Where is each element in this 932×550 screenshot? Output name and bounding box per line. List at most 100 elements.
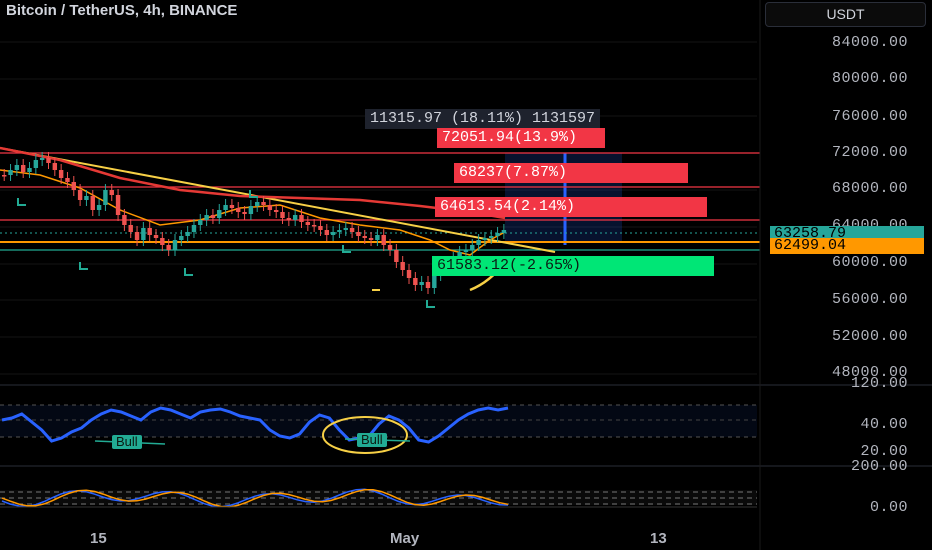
candle-body [273,210,279,212]
candle-body [185,232,190,236]
candle-body [248,206,254,214]
price-axis-label: 60000.00 [831,254,908,271]
price-axis-label: 80000.00 [831,70,908,87]
candle-body [20,165,26,172]
candle-body [381,235,386,245]
candle-body [65,178,70,182]
candle-body [476,240,481,245]
price-axis-label: 84000.00 [831,34,908,51]
candle-body [394,250,399,262]
candle-body [349,228,355,232]
candle-body [305,222,311,225]
candle-body [432,275,437,288]
candlestick-series [2,152,507,294]
candle-body [299,215,304,222]
time-axis-label: May [390,530,420,547]
candle-body [261,202,266,205]
candle-body [191,225,197,232]
candle-body [103,190,108,205]
bull-signal-badge: Bull [112,435,142,449]
bull-signal-badge: Bull [357,433,387,447]
candle-body [204,215,209,220]
candle-body [179,236,184,240]
candle-body [223,205,228,210]
osc-axis-label: 0.00 [869,499,908,516]
candle-body [400,262,405,270]
time-axis-label: 13 [650,530,667,547]
stop-loss-label[interactable]: 61583.12(-2.65%) [432,256,714,276]
candle-body [39,158,45,160]
candle-body [122,215,127,225]
candle-body [236,208,241,212]
candle-body [368,238,374,240]
price-axis-label: 72000.00 [831,144,908,161]
candle-body [286,218,292,220]
candle-body [84,196,89,200]
candle-body [242,212,247,214]
candle-body [489,236,494,238]
chart-title: Bitcoin / TetherUS, 4h, BINANCE [6,2,238,19]
currency-button[interactable]: USDT [765,2,926,27]
range-measure-label: 11315.97 (18.11%) 1131597 [365,109,601,129]
target-2-label[interactable]: 68237(7.87%) [454,163,688,183]
candle-body [172,240,178,250]
rsi-axis-label: 40.00 [860,416,908,433]
level-price-tag: 62499.04 [770,238,924,254]
candle-body [362,236,367,238]
candle-body [134,232,140,240]
candle-body [406,270,412,278]
price-axis-label: 76000.00 [831,108,908,125]
target-3-label[interactable]: 72051.94(13.9%) [437,128,605,148]
price-axis-label: 52000.00 [831,328,908,345]
candle-body [387,245,393,250]
candle-body [128,225,133,232]
candle-body [198,220,203,225]
candle-body [2,175,7,177]
candle-body [109,190,114,195]
candle-body [27,168,32,172]
candle-body [280,212,285,218]
candle-body [337,230,342,232]
candle-body [419,282,424,285]
candle-body [147,228,152,235]
candle-body [463,250,469,252]
candle-body [229,205,235,208]
candle-body [425,282,431,288]
target-1-label[interactable]: 64613.54(2.14%) [435,197,707,217]
candle-body [166,245,171,250]
candle-body [160,238,165,245]
candle-body [217,210,222,218]
candle-body [8,170,13,175]
candle-body [96,205,102,210]
candle-body [343,228,348,230]
candle-body [495,233,500,236]
candle-body [14,165,20,170]
candle-body [311,225,317,227]
candle-body [482,238,488,240]
candle-body [318,226,323,230]
price-axis-label: 68000.00 [831,180,908,197]
candle-body [71,182,77,190]
candle-body [210,215,216,218]
candle-body [52,163,58,170]
candle-body [90,196,95,210]
candle-body [115,195,121,215]
rsi-axis-label: 120.00 [850,375,908,392]
candle-body [501,230,507,233]
candle-body [330,232,336,235]
candle-body [46,158,51,163]
candle-body [413,278,418,285]
candle-body [324,230,330,235]
candle-body [375,235,380,240]
candle-body [141,228,146,240]
candle-body [292,215,298,220]
candle-body [255,202,260,206]
candle-body [33,160,39,168]
osc-axis-label: 200.00 [850,458,908,475]
time-axis-label: 15 [90,530,107,547]
candle-body [470,245,475,250]
candle-body [267,205,273,210]
candle-body [58,170,64,178]
chart-stage[interactable]: Bitcoin / TetherUS, 4h, BINANCE USDT 840… [0,0,932,550]
candle-body [356,232,361,236]
